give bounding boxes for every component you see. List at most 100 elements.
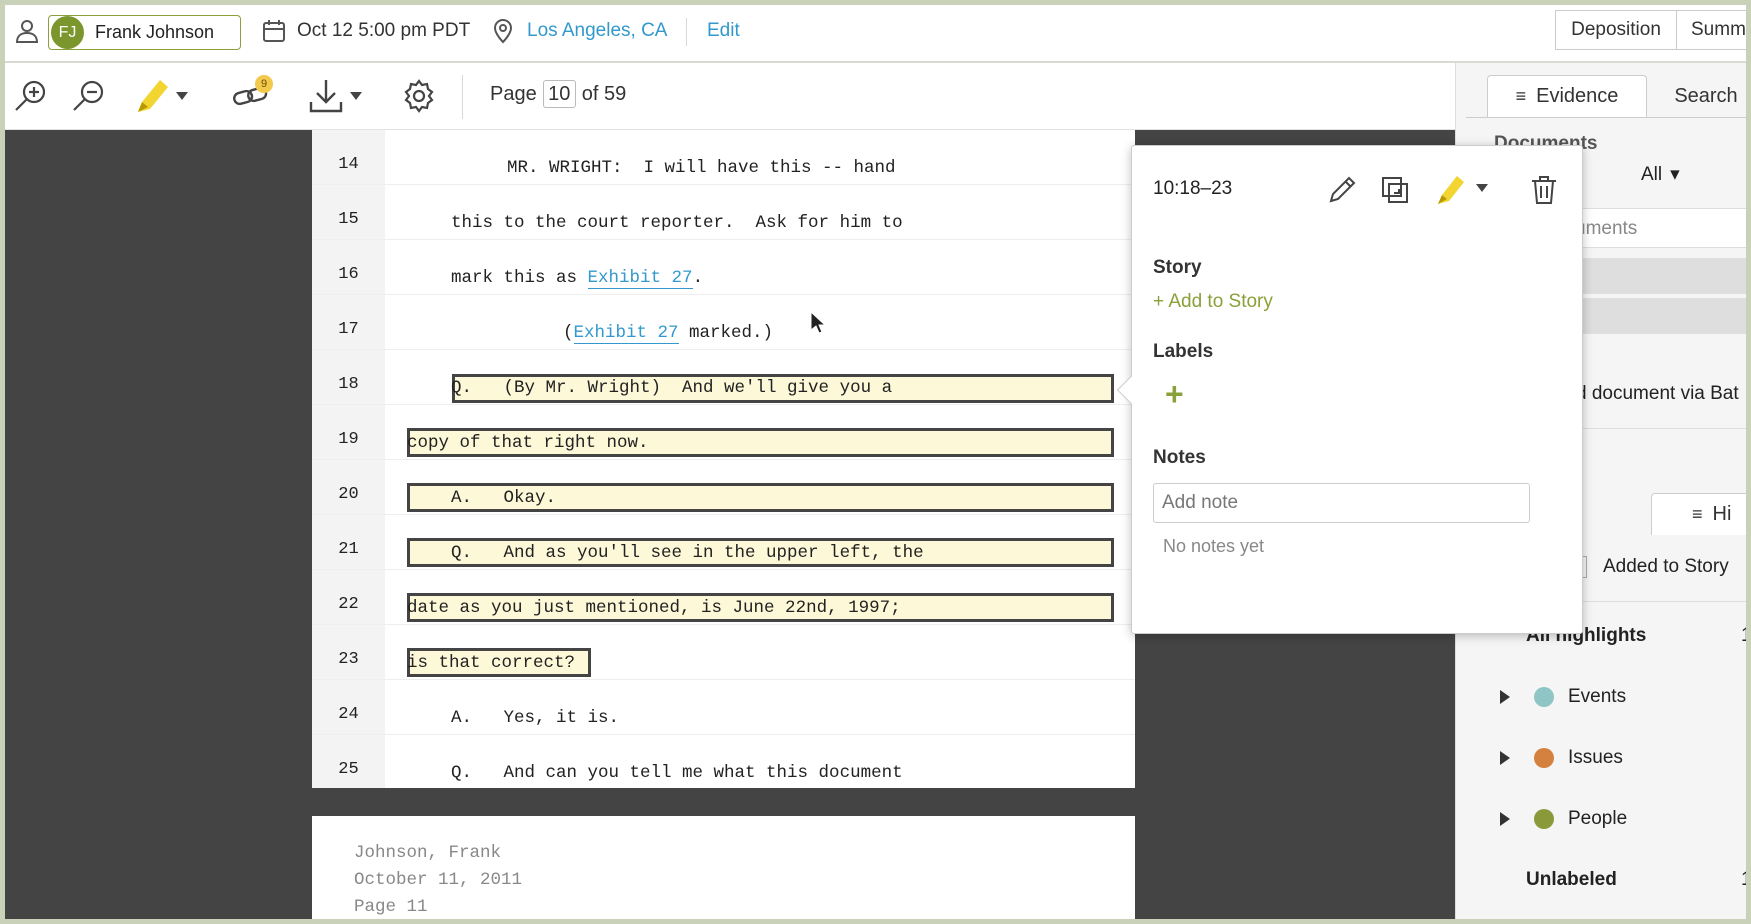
location-link[interactable]: Los Angeles, CA	[527, 0, 667, 62]
person-icon[interactable]	[14, 0, 40, 62]
line-text: copy of that right now.	[407, 433, 649, 453]
footer-page: Page 11	[354, 897, 428, 917]
line-text: Q. (By Mr. Wright) And we'll give you a	[451, 378, 893, 398]
exhibit-link[interactable]: Exhibit 27	[587, 268, 693, 289]
label-group-people[interactable]: People	[1500, 808, 1627, 830]
tab-evidence[interactable]: ≡ Evidence	[1487, 75, 1647, 117]
filter-all-dropdown[interactable]: All ▾	[1641, 163, 1680, 186]
tab-highlights[interactable]: ≡ Hi	[1651, 493, 1751, 535]
line-number: 20	[338, 485, 359, 504]
line-number: 21	[338, 540, 359, 559]
transcript-line: 23 is that correct?	[312, 625, 1135, 680]
transcript-line: 24 A. Yes, it is.	[312, 680, 1135, 735]
line-text-pre: mark this as	[451, 268, 588, 288]
divider	[462, 75, 463, 119]
add-label-button[interactable]: +	[1165, 378, 1184, 410]
menu-icon: ≡	[1692, 504, 1703, 524]
line-text: date as you just mentioned, is June 22nd…	[407, 598, 901, 618]
transcript-line: 18 Q. (By Mr. Wright) And we'll give you…	[312, 350, 1135, 405]
unlabeled-row[interactable]: Unlabeled	[1526, 869, 1617, 891]
divider	[1466, 117, 1751, 118]
all-highlights-count: 1	[1741, 625, 1751, 646]
add-to-story-link[interactable]: + Add to Story	[1153, 291, 1273, 313]
issues-color-dot	[1534, 748, 1554, 768]
line-number: 17	[338, 320, 359, 339]
edit-link[interactable]: Edit	[707, 0, 740, 62]
location-icon	[492, 0, 514, 62]
avatar: FJ	[51, 16, 84, 49]
highlighter-color-icon[interactable]	[1430, 170, 1500, 210]
tab-deposition[interactable]: Deposition	[1555, 10, 1677, 50]
menu-icon: ≡	[1515, 86, 1527, 106]
tab-evidence-label: Evidence	[1536, 85, 1619, 107]
pencil-icon[interactable]	[1322, 170, 1362, 210]
transcript-line: 17 (Exhibit 27 marked.)	[312, 295, 1135, 350]
no-notes-text: No notes yet	[1163, 536, 1265, 556]
line-number: 25	[338, 760, 359, 779]
page-label: Page	[490, 82, 537, 105]
expand-arrow-icon[interactable]	[1500, 812, 1510, 826]
line-text: A. Yes, it is.	[451, 708, 620, 728]
date-text: Oct 12 5:00 pm PDT	[297, 20, 471, 41]
label-group-events[interactable]: Events	[1500, 686, 1626, 708]
footer-witness: Johnson, Frank	[354, 843, 502, 863]
highlighter-icon[interactable]	[130, 73, 200, 119]
line-text-post: marked.)	[678, 323, 774, 343]
tab-summary[interactable]: Summ	[1676, 10, 1751, 50]
transcript-line: 15 this to the court reporter. Ask for h…	[312, 185, 1135, 240]
page-number-input[interactable]	[542, 80, 576, 108]
user-chip[interactable]: FJ Frank Johnson	[48, 15, 241, 50]
transcript-line: 16 mark this as Exhibit 27.	[312, 240, 1135, 295]
expand-arrow-icon[interactable]	[1500, 751, 1510, 765]
events-color-dot	[1534, 687, 1554, 707]
zoom-in-icon[interactable]	[8, 73, 54, 119]
filter-all-label: All	[1641, 163, 1663, 185]
tab-search[interactable]: Search	[1656, 75, 1751, 117]
transcript-page: 14 MR. WRIGHT: I will have this -- hand …	[312, 130, 1135, 788]
line-text: Q. And as you'll see in the upper left, …	[451, 543, 924, 563]
transcript-line: 22 date as you just mentioned, is June 2…	[312, 570, 1135, 625]
line-number: 19	[338, 430, 359, 449]
line-number: 22	[338, 595, 359, 614]
gear-icon[interactable]	[396, 73, 442, 119]
line-number: 18	[338, 375, 359, 394]
line-number: 24	[338, 705, 359, 724]
top-bar: FJ Frank Johnson Oct 12 5:00 pm PDT Los …	[0, 0, 1751, 62]
line-text: Q. And can you tell me what this documen…	[451, 763, 903, 783]
exhibit-link[interactable]: Exhibit 27	[573, 323, 679, 344]
line-text: mark this as Exhibit 27.	[451, 268, 704, 289]
line-text: (Exhibit 27 marked.)	[563, 323, 774, 344]
added-to-story-label: Added to Story	[1603, 556, 1729, 577]
chevron-down-icon: ▾	[1670, 164, 1680, 185]
note-input[interactable]	[1153, 483, 1530, 523]
trash-icon[interactable]	[1524, 170, 1564, 210]
transcript-page-footer: Johnson, Frank October 11, 2011 Page 11	[312, 816, 1135, 924]
download-icon[interactable]	[304, 73, 374, 119]
line-text: is that correct?	[407, 653, 576, 673]
labels-heading: Labels	[1153, 341, 1214, 362]
link-count-badge: 9	[255, 75, 273, 93]
label-group-name: Issues	[1568, 747, 1623, 768]
transcript-line: 20 A. Okay.	[312, 460, 1135, 515]
mouse-cursor-icon	[810, 311, 826, 334]
label-group-issues[interactable]: Issues	[1500, 747, 1623, 769]
divider	[686, 18, 687, 46]
people-color-dot	[1534, 809, 1554, 829]
zoom-out-icon[interactable]	[66, 73, 112, 119]
line-text: this to the court reporter. Ask for him …	[451, 213, 903, 233]
added-to-story-checkbox[interactable]: Added to Story	[1573, 556, 1729, 578]
document-link-text[interactable]: d document via Bat	[1576, 383, 1739, 405]
page-control: Page of 59	[490, 80, 626, 108]
label-group-name: Events	[1568, 686, 1627, 707]
line-number: 15	[338, 210, 359, 229]
transcript-line: 25 Q. And can you tell me what this docu…	[312, 735, 1135, 790]
copy-link-icon[interactable]	[1375, 170, 1415, 210]
line-text: A. Okay.	[451, 488, 557, 508]
line-text-post: .	[692, 268, 704, 288]
calendar-icon	[262, 0, 286, 62]
toolbar	[0, 63, 1472, 130]
transcript-line: 21 Q. And as you'll see in the upper lef…	[312, 515, 1135, 570]
line-number: 14	[338, 155, 359, 174]
line-number: 16	[338, 265, 359, 284]
expand-arrow-icon[interactable]	[1500, 690, 1510, 704]
